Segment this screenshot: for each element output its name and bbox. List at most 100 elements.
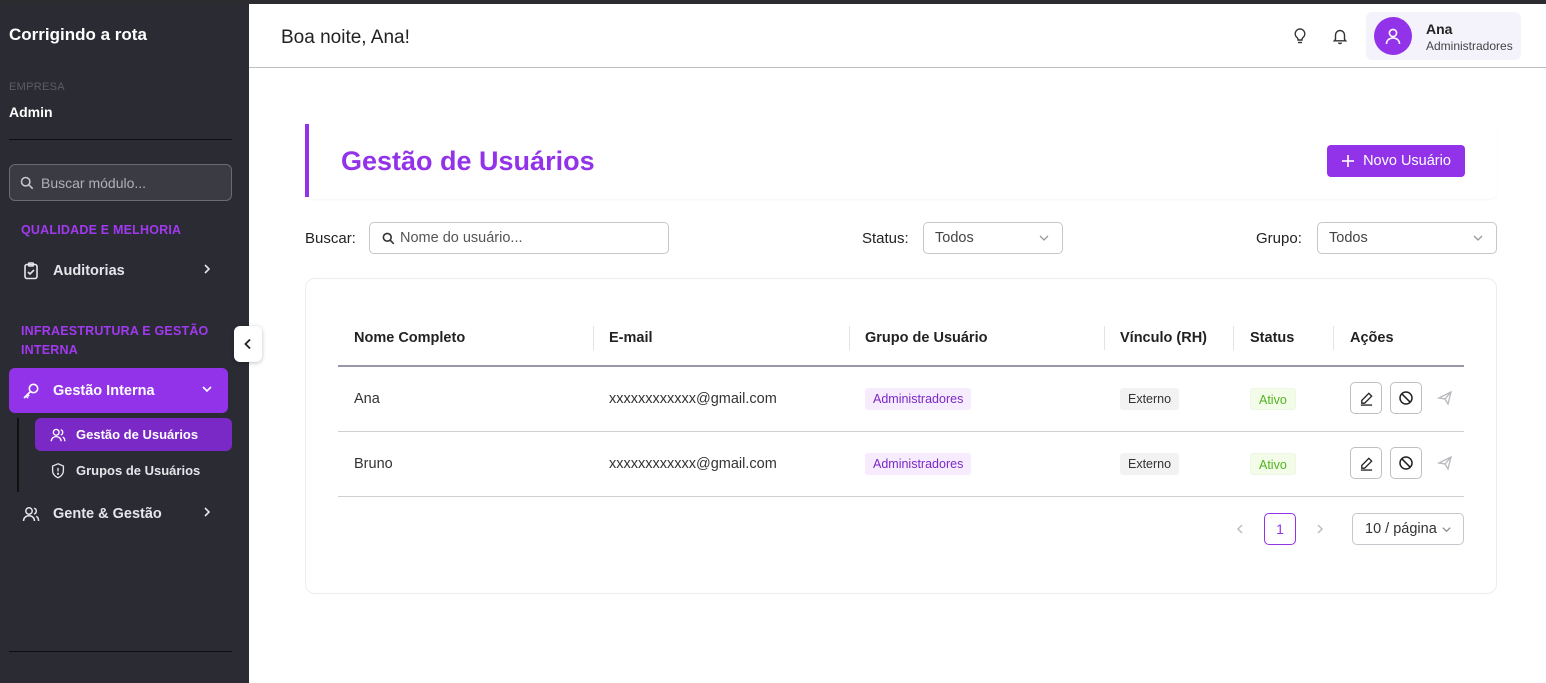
- column-separator: [1333, 326, 1334, 350]
- group-select[interactable]: Todos: [1317, 222, 1497, 254]
- sidebar-item-gestao-interna[interactable]: Gestão Interna: [9, 368, 228, 413]
- group-filter-label: Grupo:: [1256, 230, 1302, 247]
- ban-icon: [1399, 456, 1413, 470]
- plus-icon: [1341, 154, 1355, 168]
- table-row-divider: [338, 431, 1464, 432]
- sidebar-item-label: Gente & Gestão: [53, 505, 162, 522]
- clipboard-check-icon: [21, 261, 41, 281]
- prev-page-icon[interactable]: [1233, 522, 1247, 536]
- users-table-card: [305, 278, 1497, 594]
- column-separator: [1104, 326, 1105, 350]
- send-icon[interactable]: [1437, 390, 1453, 406]
- sidebar-item-label: Gestão Interna: [53, 382, 155, 399]
- search-icon: [20, 176, 34, 190]
- brand-name: Corrigindo a rota: [9, 25, 147, 44]
- column-separator: [1233, 326, 1234, 350]
- edit-icon: [1360, 456, 1373, 471]
- sidebar-item-gente-gestao[interactable]: Gente & Gestão: [9, 491, 228, 536]
- company-name: Admin: [9, 104, 53, 120]
- edit-button[interactable]: [1350, 447, 1382, 479]
- sidebar-divider: [9, 139, 232, 140]
- sidebar-subitem-label: Gestão de Usuários: [76, 427, 199, 442]
- group-tag: Administradores: [865, 453, 972, 475]
- user-menu[interactable]: Ana Administradores: [1366, 12, 1521, 60]
- chevron-right-icon: [200, 505, 214, 519]
- page-size-value: 10 / página: [1365, 521, 1437, 537]
- column-header-acoes: Ações: [1350, 330, 1394, 346]
- table-header-divider: [338, 365, 1464, 367]
- ban-icon: [1399, 391, 1413, 405]
- sidebar-item-label: Auditorias: [53, 262, 125, 279]
- company-label: EMPRESA: [9, 81, 65, 93]
- users-icon: [21, 504, 41, 524]
- chevron-left-icon: [241, 337, 255, 351]
- user-search[interactable]: [369, 222, 669, 254]
- sidebar-subitem-gestao-usuarios[interactable]: Gestão de Usuários: [35, 418, 232, 451]
- column-header-nome: Nome Completo: [354, 330, 466, 346]
- chevron-down-icon: [1441, 524, 1452, 535]
- search-label: Buscar:: [305, 230, 356, 247]
- group-select-value: Todos: [1329, 230, 1368, 246]
- table-cell-name: Bruno: [354, 456, 393, 472]
- new-user-button[interactable]: Novo Usuário: [1327, 145, 1465, 177]
- user-icon: [1385, 28, 1401, 45]
- edit-button[interactable]: [1350, 382, 1382, 414]
- vinculo-tag: Externo: [1120, 388, 1180, 410]
- group-tag: Administradores: [865, 388, 972, 410]
- chevron-down-icon: [1472, 232, 1484, 244]
- block-button[interactable]: [1390, 382, 1422, 414]
- module-search[interactable]: [9, 164, 232, 201]
- users-icon: [49, 426, 67, 444]
- lightbulb-icon[interactable]: [1291, 27, 1309, 45]
- page-size-select[interactable]: 10 / página: [1352, 513, 1464, 545]
- search-icon: [382, 232, 395, 245]
- module-search-input[interactable]: [41, 174, 221, 191]
- status-badge: Ativo: [1250, 453, 1296, 475]
- send-icon[interactable]: [1437, 455, 1453, 471]
- status-select[interactable]: Todos: [923, 222, 1063, 254]
- accent-bar: [305, 124, 309, 197]
- sidebar-item-auditorias[interactable]: Auditorias: [9, 248, 228, 293]
- shield-alert-icon: [49, 462, 67, 480]
- avatar: [1374, 17, 1412, 55]
- status-select-value: Todos: [935, 230, 974, 246]
- status-filter-label: Status:: [862, 230, 909, 247]
- column-separator: [593, 326, 594, 350]
- table-cell-email: xxxxxxxxxxxx@gmail.com: [609, 391, 777, 407]
- sidebar-divider: [9, 651, 232, 652]
- vinculo-tag: Externo: [1120, 453, 1180, 475]
- chevron-right-icon: [200, 262, 214, 276]
- edit-icon: [1360, 391, 1373, 406]
- next-page-icon[interactable]: [1313, 522, 1327, 536]
- column-separator: [849, 326, 850, 350]
- table-row-divider: [338, 496, 1464, 497]
- user-search-input[interactable]: [400, 230, 660, 246]
- submenu-guide-line: [17, 418, 19, 492]
- new-user-button-label: Novo Usuário: [1363, 153, 1451, 169]
- key-icon: [21, 381, 41, 401]
- page-title: Gestão de Usuários: [341, 146, 595, 176]
- sidebar-subitem-label: Grupos de Usuários: [76, 463, 201, 478]
- column-header-status: Status: [1250, 330, 1295, 346]
- sidebar: Corrigindo a rota EMPRESA Admin QUALIDAD…: [0, 4, 249, 683]
- column-header-email: E-mail: [609, 330, 653, 346]
- chevron-down-icon: [1038, 232, 1050, 244]
- table-cell-email: xxxxxxxxxxxx@gmail.com: [609, 456, 777, 472]
- user-name: Ana: [1426, 21, 1453, 37]
- top-header: Boa noite, Ana! Ana Administradores: [249, 4, 1546, 68]
- section-title-qualidade: QUALIDADE E MELHORIA: [21, 223, 182, 237]
- page-header-card: Gestão de Usuários Novo Usuário: [305, 124, 1497, 199]
- status-badge: Ativo: [1250, 388, 1296, 410]
- column-header-grupo: Grupo de Usuário: [865, 330, 988, 346]
- column-header-vinculo: Vínculo (RH): [1120, 330, 1207, 346]
- table-cell-name: Ana: [354, 391, 380, 407]
- chevron-down-icon: [200, 382, 214, 396]
- sidebar-subitem-grupos-usuarios[interactable]: Grupos de Usuários: [35, 454, 232, 487]
- sidebar-collapse-button[interactable]: [234, 326, 262, 362]
- block-button[interactable]: [1390, 447, 1422, 479]
- user-role: Administradores: [1426, 39, 1513, 53]
- section-title-infraestrutura: INFRAESTRUTURA E GESTÃO INTERNA: [21, 324, 209, 357]
- bell-icon[interactable]: [1331, 27, 1349, 45]
- greeting: Boa noite, Ana!: [281, 27, 410, 48]
- page-number-button[interactable]: 1: [1264, 513, 1296, 545]
